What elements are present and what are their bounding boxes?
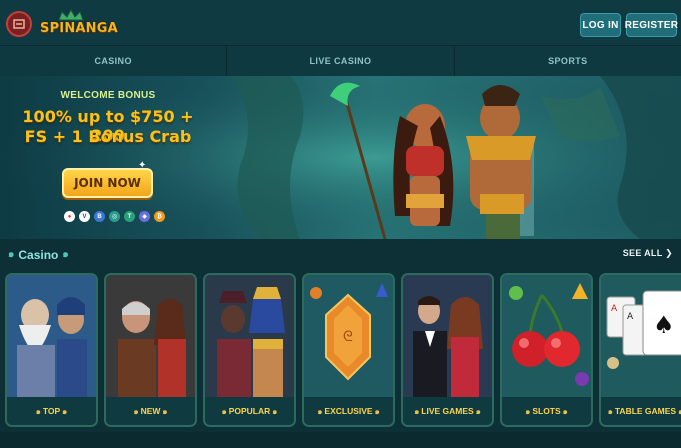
site-badge-icon[interactable] [6, 11, 32, 37]
svg-text:A: A [627, 312, 634, 322]
swirl-icon: ๑ [133, 406, 139, 416]
card-exclusive-label: ๑ EXCLUSIVE ๑ [304, 397, 393, 425]
card-slots-label: ๑ SLOTS ๑ [502, 397, 591, 425]
ethereum-icon: ◆ [139, 211, 150, 222]
nav-tab-live-casino[interactable]: LIVE CASINO [227, 46, 455, 76]
spinanga-logo[interactable]: SPINANGA [40, 9, 118, 41]
card-live-games-artwork [403, 275, 492, 397]
card-table-games-artwork: A A ♠ [601, 275, 681, 397]
swirl-icon: ๑ [607, 406, 613, 416]
swirl-icon: ๑ [272, 406, 278, 416]
card-popular-artwork [205, 275, 294, 397]
card-top-label: ๑ TOP ๑ [7, 397, 96, 425]
card-top-text: TOP [42, 406, 61, 416]
logo-crown-icon [58, 9, 84, 21]
category-card-exclusive[interactable]: ᘓ ๑ EXCLUSIVE ๑ [302, 273, 395, 427]
bottom-strip [0, 432, 681, 448]
section-title: ๑ Casino ๑ [8, 247, 69, 262]
section-title-text: Casino [18, 247, 59, 262]
casino-section-header: ๑ Casino ๑ SEE ALL ❯ [0, 239, 681, 271]
card-live-games-text: LIVE GAMES [421, 406, 474, 416]
swirl-icon: ๑ [162, 406, 168, 416]
login-button[interactable]: LOG IN [580, 13, 621, 37]
crypto-icon: ◎ [109, 211, 120, 222]
swirl-icon: ๑ [374, 406, 380, 416]
header: SPINANGA LOG IN REGISTER [0, 0, 681, 46]
swirl-right-icon: ๑ [62, 249, 69, 260]
bonus-offer-line-2: FS + 1 Bonus Crab [24, 127, 192, 146]
category-card-popular[interactable]: ๑ POPULAR ๑ [203, 273, 296, 427]
card-table-games-label: ๑ TABLE GAMES ๑ [601, 397, 681, 425]
swirl-icon: ๑ [475, 406, 481, 416]
swirl-icon: ๑ [562, 406, 568, 416]
category-card-table-games[interactable]: A A ♠ ๑ TABLE GAMES ๑ [599, 273, 681, 427]
category-card-top[interactable]: ๑ TOP ๑ [5, 273, 98, 427]
nav-tab-sports[interactable]: SPORTS [455, 46, 681, 76]
see-all-link[interactable]: SEE ALL ❯ [623, 248, 673, 259]
svg-text:ᘓ: ᘓ [343, 329, 353, 345]
card-popular-text: POPULAR [228, 406, 271, 416]
badge-symbol-icon [13, 19, 25, 29]
see-all-text: SEE ALL [622, 248, 663, 258]
category-card-new[interactable]: ๑ NEW ๑ [104, 273, 197, 427]
card-new-text: NEW [140, 406, 161, 416]
swirl-icon: ๑ [35, 406, 41, 416]
welcome-bonus-label: WELCOME BONUS [60, 90, 156, 101]
swirl-icon: ๑ [414, 406, 420, 416]
card-live-games-label: ๑ LIVE GAMES ๑ [403, 397, 492, 425]
welcome-banner[interactable]: ✦ ✦ WELCOME BONUS 100% up to $750 + 200 … [0, 76, 681, 239]
mastercard-icon: ● [64, 211, 75, 222]
swirl-icon: ๑ [525, 406, 531, 416]
swirl-icon: ๑ [62, 406, 68, 416]
card-exclusive-artwork: ᘓ [304, 275, 393, 397]
join-now-button[interactable]: JOIN NOW [62, 168, 153, 198]
payment-methods: ● V B ◎ T ◆ ₿ [64, 211, 165, 223]
category-cards: ๑ TOP ๑ ๑ NEW ๑ ๑ POPULAR ๑ ᘓ ๑ EXCLUSIV… [0, 273, 681, 428]
visa-icon: V [79, 211, 90, 222]
swirl-left-icon: ๑ [8, 249, 15, 260]
chevron-right-icon: ❯ [665, 248, 673, 258]
card-new-artwork [106, 275, 195, 397]
register-button[interactable]: REGISTER [625, 13, 678, 37]
card-slots-artwork [502, 275, 591, 397]
card-popular-label: ๑ POPULAR ๑ [205, 397, 294, 425]
card-table-games-text: TABLE GAMES [614, 406, 677, 416]
logo-text: SPINANGA [40, 21, 118, 36]
card-slots-text: SLOTS [532, 406, 561, 416]
nav-tab-casino[interactable]: CASINO [0, 46, 228, 76]
swirl-icon: ๑ [221, 406, 227, 416]
bank-icon: B [94, 211, 105, 222]
card-top-artwork [7, 275, 96, 397]
card-new-label: ๑ NEW ๑ [106, 397, 195, 425]
svg-text:♠: ♠ [653, 311, 675, 339]
bitcoin-icon: ₿ [154, 211, 165, 222]
svg-text:A: A [611, 304, 618, 314]
tether-icon: T [124, 211, 135, 222]
main-nav: CASINO LIVE CASINO SPORTS [0, 46, 681, 76]
swirl-icon: ๑ [317, 406, 323, 416]
category-card-slots[interactable]: ๑ SLOTS ๑ [500, 273, 593, 427]
category-card-live-games[interactable]: ๑ LIVE GAMES ๑ [401, 273, 494, 427]
card-exclusive-text: EXCLUSIVE [324, 406, 373, 416]
